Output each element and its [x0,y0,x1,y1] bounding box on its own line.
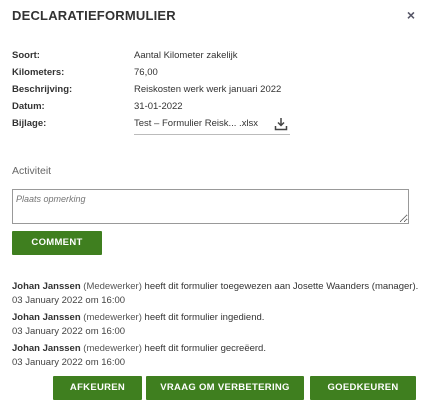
log-role: (Medewerker) [83,281,142,292]
detail-value: Reiskosten werk werk januari 2022 [134,84,282,95]
comment-button[interactable]: COMMENT [12,231,102,255]
detail-label: Kilometers: [12,67,65,78]
close-icon[interactable]: × [407,7,415,23]
detail-row-kilometers: Kilometers: 76,00 [12,67,422,84]
log-entry: Johan Janssen (Medewerker) heeft dit for… [12,281,422,309]
log-entry: Johan Janssen (medewerker) heeft dit for… [12,312,422,340]
form-details: Soort: Aantal Kilometer zakelijk Kilomet… [12,50,422,135]
attachment-filename[interactable]: Test – Formulier Reisk... .xlsx [134,118,258,129]
activity-log: Johan Janssen (Medewerker) heeft dit for… [12,281,422,374]
log-user: Johan Janssen [12,312,81,323]
detail-row-beschrijving: Beschrijving: Reiskosten werk werk janua… [12,84,422,101]
request-improvement-button[interactable]: VRAAG OM VERBETERING [146,376,304,400]
approve-button[interactable]: GOEDKEUREN [310,376,416,400]
detail-row-soort: Soort: Aantal Kilometer zakelijk [12,50,422,67]
log-date: 03 January 2022 om 16:00 [12,326,126,337]
log-user: Johan Janssen [12,343,81,354]
detail-row-bijlage: Bijlage: Test – Formulier Reisk... .xlsx [12,118,422,135]
dialog-header: DECLARATIEFORMULIER × [12,7,421,28]
log-role: (medewerker) [83,343,142,354]
log-date: 03 January 2022 om 16:00 [12,295,126,306]
log-text: heeft dit formulier ingediend. [144,312,265,323]
detail-row-datum: Datum: 31-01-2022 [12,101,422,118]
attachment-link[interactable]: Test – Formulier Reisk... .xlsx [134,118,290,135]
log-date: 03 January 2022 om 16:00 [12,357,126,368]
log-text: heeft dit formulier toegewezen aan Joset… [144,281,419,292]
log-user: Johan Janssen [12,281,81,292]
activity-heading: Activiteit [12,165,52,177]
dialog-title: DECLARATIEFORMULIER [12,8,176,23]
detail-label: Bijlage: [12,118,47,129]
comment-input[interactable] [12,189,409,224]
log-entry: Johan Janssen (medewerker) heeft dit for… [12,343,422,371]
log-role: (medewerker) [83,312,142,323]
reject-button[interactable]: AFKEUREN [53,376,142,400]
detail-value: Aantal Kilometer zakelijk [134,50,238,61]
detail-label: Soort: [12,50,40,61]
detail-value: 76,00 [134,67,158,78]
detail-value: 31-01-2022 [134,101,183,112]
download-icon[interactable] [274,117,288,131]
detail-label: Datum: [12,101,45,112]
detail-label: Beschrijving: [12,84,73,95]
log-text: heeft dit formulier gecreëerd. [144,343,266,354]
